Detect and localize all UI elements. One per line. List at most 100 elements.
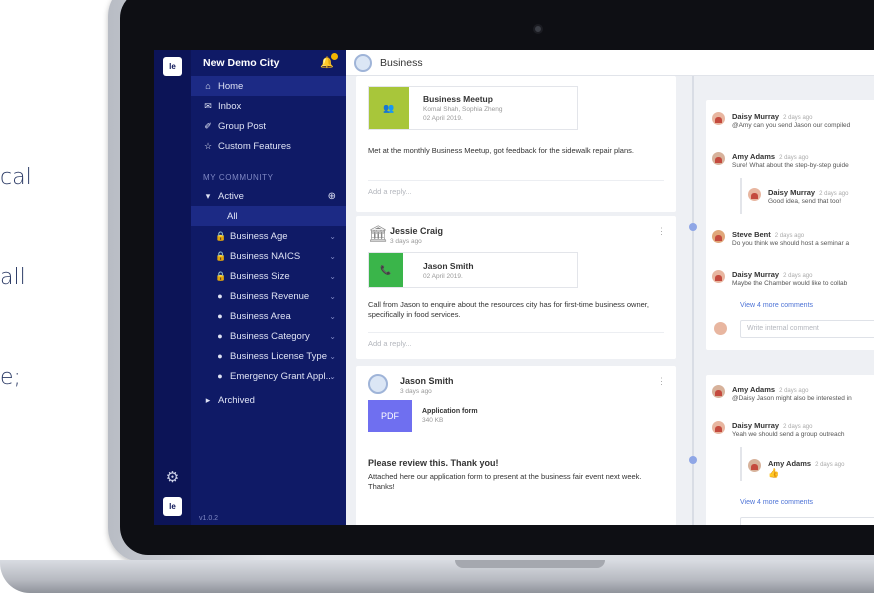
caret-right-icon: ▸ — [205, 394, 211, 405]
reply-input[interactable]: Add a reply... — [368, 180, 664, 196]
settings-gear-icon[interactable]: ⚙ — [163, 468, 182, 487]
archived-toggle[interactable]: ▸ Archived — [191, 390, 346, 410]
comment-item: Daisy Murray 2 days ago Yeah we should se… — [706, 417, 874, 443]
laptop-notch — [455, 560, 605, 568]
thumbs-up-icon[interactable]: 👍 — [768, 468, 779, 479]
tag-icon: ● — [217, 351, 223, 361]
all-label: All — [227, 210, 238, 222]
star-icon: ☆ — [203, 140, 213, 151]
comment-item: Daisy Murray 2 days ago Maybe the Chamber… — [706, 266, 874, 292]
group-label: Business License Type — [230, 350, 327, 362]
city-title[interactable]: New Demo City — [203, 57, 279, 69]
meetup-attachment[interactable]: 👥 Business Meetup Komal Shah, Sophia Zhe… — [368, 86, 578, 130]
avatar — [712, 230, 725, 243]
group-business-area[interactable]: ● Business Area ⌄ — [191, 306, 346, 326]
chevron-down-icon[interactable]: ⌄ — [329, 332, 336, 341]
comment-text: Sure! What about the step-by-step guide — [732, 162, 849, 169]
call-attachment[interactable]: 📞 Jason Smith 02 April 2019. — [368, 252, 578, 288]
tag-icon: ● — [217, 371, 223, 381]
post-body: Attached here our application form to pr… — [368, 472, 642, 491]
comment-text: Yeah we should send a group outreach — [732, 431, 845, 438]
group-label: Business NAICS — [230, 250, 301, 262]
attachment-title: Jason Smith — [423, 260, 474, 271]
active-toggle[interactable]: ▾ Active ⊕ — [191, 186, 346, 206]
group-label: Emergency Grant Appl... — [230, 370, 334, 382]
avatar — [712, 152, 725, 165]
more-options-icon[interactable]: ⋮ — [657, 376, 666, 387]
attachment-date: 02 April 2019. — [423, 272, 463, 280]
group-business-age[interactable]: 🔒 Business Age ⌄ — [191, 226, 346, 246]
icon-rail: le ⚙ le — [154, 50, 191, 525]
comment-author: Daisy Murray 2 days ago — [732, 270, 813, 279]
group-emergency-grant[interactable]: ● Emergency Grant Appl... ⌄ — [191, 366, 346, 386]
chevron-down-icon[interactable]: ⌄ — [329, 372, 336, 381]
post-heading: Please review this. Thank you! — [368, 458, 499, 468]
view-more-comments-link[interactable]: View 4 more comments — [740, 302, 813, 309]
sidebar: New Demo City 🔔 ⌂ Home ✉ Inbox ✐ Group P… — [191, 50, 346, 525]
comment-author: Daisy Murray 2 days ago — [732, 421, 813, 430]
post-card: Jason Smith 3 days ago ⋮ PDF Application… — [356, 366, 676, 525]
chevron-down-icon[interactable]: ⌄ — [329, 312, 336, 321]
version-label: v1.0.2 — [199, 515, 219, 522]
comment-text: @Amy can you send Jason our compiled — [732, 122, 851, 129]
more-options-icon[interactable]: ⋮ — [657, 226, 666, 237]
attachment-title: Application form — [422, 408, 478, 415]
attachment-date: 02 April 2019. — [423, 115, 463, 122]
add-group-icon[interactable]: ⊕ — [328, 191, 336, 202]
comment-text: @Daisy Jason might also be interested in — [732, 395, 852, 402]
sidebar-item-custom-features[interactable]: ☆ Custom Features — [191, 136, 346, 156]
view-more-comments-link[interactable]: View 4 more comments — [740, 499, 813, 506]
side-copy-line-3: e; — [0, 365, 21, 390]
avatar — [712, 112, 725, 125]
group-business-license-type[interactable]: ● Business License Type ⌄ — [191, 346, 346, 366]
post-time: 3 days ago — [400, 388, 432, 395]
attachment-size: 340 KB — [422, 417, 444, 424]
comments-panel: Daisy Murray 2 days ago @Amy can you send… — [706, 100, 874, 350]
notification-dot — [331, 53, 338, 60]
lock-icon: 🔒 — [215, 250, 227, 261]
app-logo-icon[interactable]: le — [163, 57, 182, 76]
comment-input[interactable]: Write internal comment — [740, 320, 874, 338]
sidebar-item-all[interactable]: All — [191, 206, 346, 226]
pdf-attachment[interactable]: PDF Application form 340 KB — [368, 400, 502, 432]
chevron-down-icon[interactable]: ⌄ — [329, 232, 336, 241]
author-avatar — [368, 374, 388, 394]
post-author[interactable]: Jessie Craig — [390, 226, 443, 236]
timeline-dot — [689, 456, 697, 464]
post-body: Call from Jason to enquire about the res… — [368, 300, 649, 319]
comment-item: Daisy Murray 2 days ago @Amy can you send… — [706, 108, 874, 134]
comment-item: Amy Adams 2 days ago @Daisy Jason might a… — [706, 381, 874, 407]
group-label: Business Revenue — [230, 290, 310, 302]
timeline-dot — [689, 223, 697, 231]
phone-icon: 📞 — [369, 253, 403, 287]
sidebar-item-group-post[interactable]: ✐ Group Post — [191, 116, 346, 136]
chevron-down-icon[interactable]: ⌄ — [329, 252, 336, 261]
reply-input[interactable]: Add a reply... — [368, 332, 664, 348]
inbox-icon: ✉ — [204, 100, 212, 111]
archived-label: Archived — [218, 394, 255, 406]
group-business-naics[interactable]: 🔒 Business NAICS ⌄ — [191, 246, 346, 266]
sidebar-item-inbox[interactable]: ✉ Inbox — [191, 96, 346, 116]
group-business-size[interactable]: 🔒 Business Size ⌄ — [191, 266, 346, 286]
comment-text: Maybe the Chamber would like to collab — [732, 280, 848, 287]
group-business-category[interactable]: ● Business Category ⌄ — [191, 326, 346, 346]
group-avatar-icon — [354, 53, 372, 72]
sidebar-item-home[interactable]: ⌂ Home — [191, 76, 346, 96]
comment-author: Amy Adams 2 days ago — [768, 459, 845, 468]
side-copy-line-1: cal — [0, 165, 32, 190]
comment-author: Amy Adams 2 days ago — [732, 152, 809, 161]
page-title: Business — [380, 56, 423, 69]
account-logo-icon[interactable]: le — [163, 497, 182, 516]
camera-icon — [533, 24, 543, 34]
chevron-down-icon[interactable]: ⌄ — [329, 292, 336, 301]
comment-author: Amy Adams 2 days ago — [732, 385, 809, 394]
avatar — [748, 459, 761, 472]
post-author[interactable]: Jason Smith — [400, 376, 454, 386]
comment-input[interactable] — [740, 517, 874, 525]
chevron-down-icon[interactable]: ⌄ — [329, 272, 336, 281]
group-business-revenue[interactable]: ● Business Revenue ⌄ — [191, 286, 346, 306]
chevron-down-icon[interactable]: ⌄ — [329, 352, 336, 361]
comment-item: Amy Adams 2 days ago Sure! What about the… — [706, 148, 874, 174]
home-icon: ⌂ — [205, 81, 211, 91]
avatar — [748, 188, 761, 201]
